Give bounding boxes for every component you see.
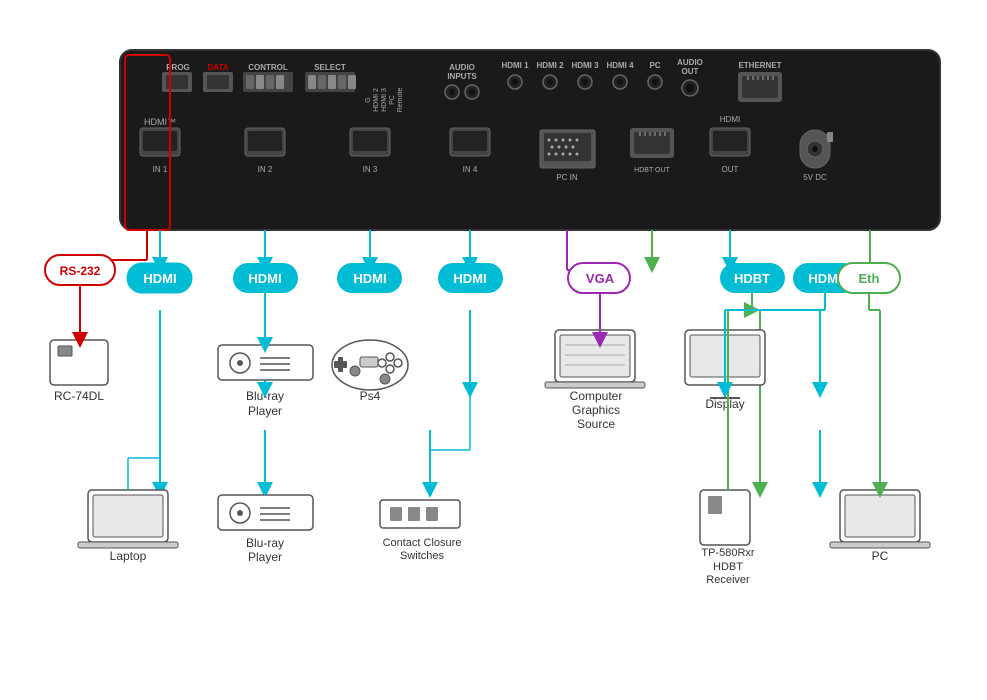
- label-laptop: Laptop: [110, 549, 147, 563]
- label-computer3: Source: [577, 417, 615, 431]
- label-rc74dl: RC-74DL: [54, 389, 104, 403]
- badge-eth: Eth: [859, 271, 880, 286]
- label-contact1: Contact Closure: [383, 537, 462, 549]
- label-bluray1-2: Player: [248, 404, 282, 418]
- label-audio-inputs: AUDIO: [449, 63, 475, 72]
- label-bluray2: Blu-ray: [246, 536, 284, 550]
- label-data: DATA: [207, 63, 228, 72]
- label-hdmi-above-out: HDMI: [720, 115, 740, 124]
- svg-text:INPUTS: INPUTS: [447, 72, 477, 81]
- label-tp580-3: Receiver: [706, 574, 750, 586]
- badge-rs232: RS-232: [60, 264, 101, 278]
- label-hdbt-out: HDBT OUT: [634, 167, 670, 174]
- label-ethernet-top: ETHERNET: [738, 61, 781, 70]
- svg-text:OUT: OUT: [682, 67, 699, 76]
- label-pc: PC: [872, 549, 889, 563]
- badge-hdmi3: HDMI: [353, 271, 386, 286]
- label-ps4: Ps4: [360, 389, 381, 403]
- label-audio-out: AUDIO: [677, 58, 703, 67]
- label-in4: IN 4: [463, 165, 478, 174]
- badge-vga: VGA: [586, 271, 615, 286]
- label-hdmi1-top: HDMI 1: [501, 61, 529, 70]
- label-in1: IN 1: [153, 165, 168, 174]
- badge-hdmi1: HDMI: [143, 271, 176, 286]
- label-out: OUT: [722, 165, 739, 174]
- label-tp580-1: TP-580Rxr: [701, 547, 755, 559]
- label-pcin: PC IN: [556, 173, 578, 182]
- label-pc-top: PC: [649, 61, 660, 70]
- svg-text:Remote: Remote: [397, 88, 404, 113]
- label-hdmi2-top: HDMI 2: [536, 61, 564, 70]
- label-computer: Computer: [570, 389, 623, 403]
- badge-hdbt: HDBT: [734, 271, 770, 286]
- svg-text:HDMI 3: HDMI 3: [381, 88, 388, 112]
- label-in2: IN 2: [258, 165, 273, 174]
- label-bluray2-2: Player: [248, 550, 282, 564]
- badge-hdmi-out: HDMI: [808, 271, 841, 286]
- label-control: CONTROL: [248, 63, 288, 72]
- label-computer2: Graphics: [572, 403, 620, 417]
- svg-text:HDMI 2: HDMI 2: [373, 88, 380, 112]
- label-bluray1: Blu-ray: [246, 389, 284, 403]
- label-hdmi-tm: HDMI™: [144, 117, 176, 127]
- badge-hdmi4: HDMI: [453, 271, 486, 286]
- svg-text:PC: PC: [389, 95, 396, 105]
- label-display: Display: [705, 397, 744, 411]
- label-select: SELECT: [314, 63, 346, 72]
- label-hdmi4-top: HDMI 4: [606, 61, 634, 70]
- label-in3: IN 3: [363, 165, 378, 174]
- label-tp580-2: HDBT: [713, 561, 743, 573]
- label-hdmi3-top: HDMI 3: [571, 61, 599, 70]
- label-5vdc: 5V DC: [803, 173, 827, 182]
- badge-hdmi2: HDMI: [248, 271, 281, 286]
- label-control-sub: G: [365, 97, 372, 102]
- connection-diagram: PROG DATA CONTROL SELECT G HDMI 2 HDMI 3…: [0, 0, 987, 700]
- label-contact2: Switches: [400, 550, 445, 562]
